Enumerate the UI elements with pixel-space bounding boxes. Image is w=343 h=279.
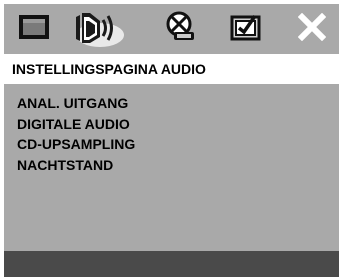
menu-item-night-mode[interactable]: NACHTSTAND [17, 155, 135, 176]
preferences-check-icon [229, 12, 263, 42]
tab-audio-setup[interactable] [70, 7, 130, 47]
dolby-decoder-icon [163, 11, 197, 43]
page-title-bar: INSTELLINGSPAGINA AUDIO [4, 54, 339, 84]
audio-speaker-icon [72, 7, 128, 47]
menu-item-analog-output[interactable]: ANAL. UITGANG [17, 93, 135, 114]
setup-panel: INSTELLINGSPAGINA AUDIO ANAL. UITGANG DI… [4, 4, 339, 277]
exit-close-icon [298, 13, 326, 41]
setup-tab-bar [4, 4, 339, 50]
tab-dolby-setup[interactable] [160, 7, 200, 47]
tab-preferences-setup[interactable] [226, 7, 266, 47]
tab-general-setup[interactable] [14, 7, 54, 47]
menu-item-cd-upsampling[interactable]: CD-UPSAMPLING [17, 134, 135, 155]
tab-exit[interactable] [294, 7, 330, 47]
status-bar [4, 251, 339, 277]
audio-settings-menu: ANAL. UITGANG DIGITALE AUDIO CD-UPSAMPLI… [17, 93, 135, 175]
menu-item-digital-audio[interactable]: DIGITALE AUDIO [17, 114, 135, 135]
osd-screen: INSTELLINGSPAGINA AUDIO ANAL. UITGANG DI… [0, 0, 343, 279]
page-title: INSTELLINGSPAGINA AUDIO [12, 61, 206, 77]
general-setup-icon [17, 12, 51, 42]
